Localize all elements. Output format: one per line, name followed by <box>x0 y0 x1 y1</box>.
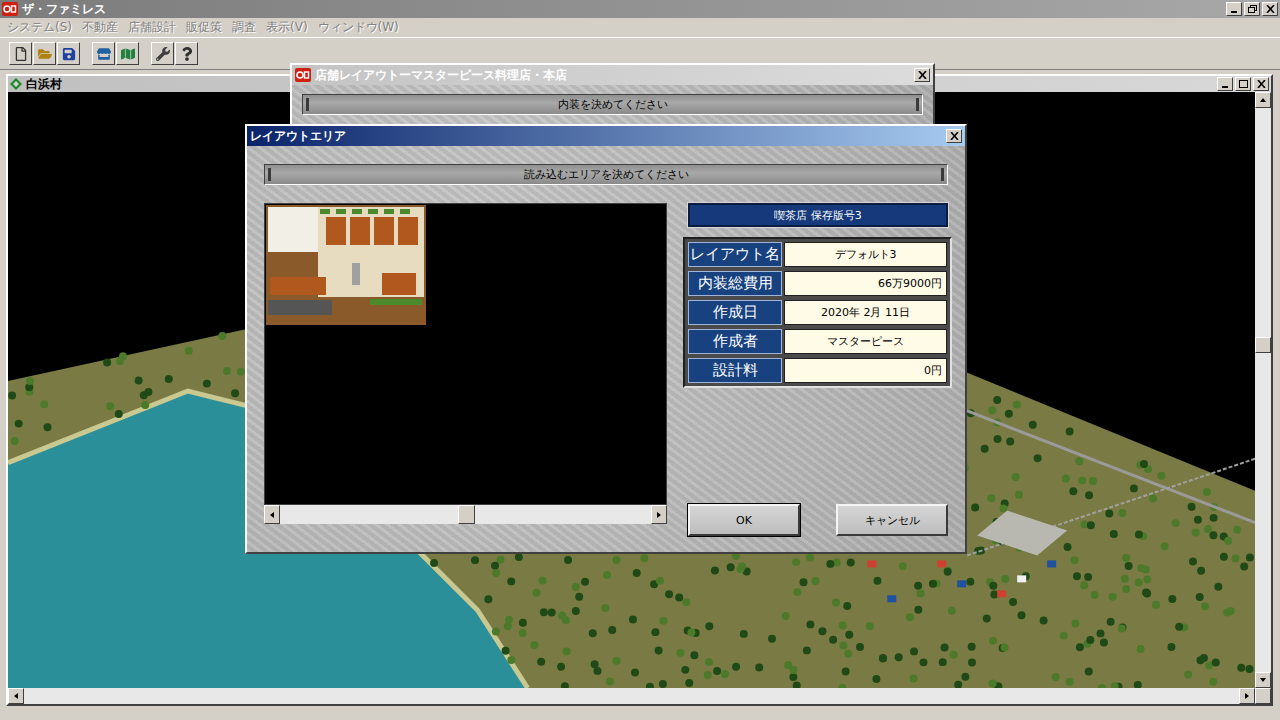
area-dialog-title-bar: レイアウトエリア <box>247 126 965 146</box>
menu-item[interactable]: 不動産 <box>77 19 123 36</box>
new-file-icon <box>14 47 28 61</box>
tool-group <box>92 42 139 65</box>
scroll-thumb[interactable] <box>458 505 475 524</box>
close-button[interactable] <box>1253 77 1269 91</box>
info-value: マスターピース <box>784 329 947 354</box>
arrow-up-icon <box>1259 96 1267 104</box>
info-label: レイアウト名 <box>688 242 782 267</box>
info-label: 設計料 <box>688 358 782 383</box>
tool-button[interactable] <box>33 42 56 65</box>
tool-button[interactable] <box>9 42 32 65</box>
app-title: ザ・ファミレス <box>22 1 1222 18</box>
info-value: デフォルト3 <box>784 242 947 267</box>
arrow-right-icon <box>655 511 663 519</box>
arrow-left-icon <box>12 692 20 700</box>
menu-item[interactable]: 販促策 <box>181 19 227 36</box>
tool-button[interactable] <box>151 42 174 65</box>
menu-item[interactable]: 調査 <box>227 19 261 36</box>
info-row: レイアウト名デフォルト3 <box>688 242 947 267</box>
area-dialog-title: レイアウトエリア <box>250 128 942 145</box>
menu-item[interactable]: 店舗設計 <box>123 19 181 36</box>
info-row: 作成者マスターピース <box>688 329 947 354</box>
arrow-right-icon <box>1243 692 1251 700</box>
wrench-icon <box>156 47 170 61</box>
close-icon <box>918 71 927 79</box>
layout-header: 喫茶店 保存版号3 <box>688 203 948 227</box>
map-icon <box>121 47 135 61</box>
app-icon <box>295 68 311 82</box>
arrow-down-icon <box>1259 676 1267 684</box>
min-icon <box>1221 80 1230 88</box>
max-button[interactable] <box>1235 77 1251 91</box>
horizontal-scrollbar[interactable] <box>8 688 1271 704</box>
scroll-thumb[interactable] <box>1255 337 1271 353</box>
help-icon <box>180 47 194 61</box>
info-row: 設計料0円 <box>688 358 947 383</box>
instruction-banner: 読み込むエリアを決めてください <box>264 164 948 185</box>
layout-thumbnail[interactable] <box>266 205 426 325</box>
min-icon <box>1230 5 1239 13</box>
info-label: 作成者 <box>688 329 782 354</box>
tool-button[interactable] <box>57 42 80 65</box>
tool-button[interactable] <box>116 42 139 65</box>
info-label: 内装総費用 <box>688 271 782 296</box>
area-dialog: レイアウトエリア読み込むエリアを決めてください喫茶店 保存版号3 レイアウト名デフ… <box>245 124 967 554</box>
layout-preview <box>264 203 667 505</box>
instruction-banner: 内装を決めてください <box>302 94 923 115</box>
restore-icon <box>1248 5 1257 13</box>
restore-button[interactable] <box>1244 2 1260 16</box>
close-button[interactable] <box>914 68 930 82</box>
tool-group <box>9 42 80 65</box>
min-button[interactable] <box>1226 2 1242 16</box>
cancel-button[interactable]: キャンセル <box>836 504 948 536</box>
info-value: 2020年 2月 11日 <box>784 300 947 325</box>
menu-item[interactable]: システム(S) <box>2 19 77 36</box>
min-button[interactable] <box>1217 77 1233 91</box>
menu-item[interactable]: ウィンドウ(W) <box>313 19 404 36</box>
close-button[interactable] <box>1262 2 1278 16</box>
map-icon <box>10 78 22 90</box>
shop-icon <box>97 47 111 61</box>
app-icon <box>2 2 18 16</box>
info-value: 66万9000円 <box>784 271 947 296</box>
arrow-left-icon <box>268 511 276 519</box>
open-folder-icon <box>38 47 52 61</box>
max-icon <box>1239 80 1248 88</box>
layout-info-table: レイアウト名デフォルト3内装総費用66万9000円作成日2020年 2月 11日… <box>683 237 952 388</box>
info-row: 作成日2020年 2月 11日 <box>688 300 947 325</box>
layout-dialog-title-bar: 店舗レイアウトーマスターピース料理店・本店 <box>292 65 933 85</box>
app-title-bar: ザ・ファミレス <box>0 0 1280 18</box>
preview-scrollbar[interactable] <box>264 505 667 524</box>
tool-group <box>151 42 198 65</box>
info-value: 0円 <box>784 358 947 383</box>
menu-item[interactable]: 表示(V) <box>261 19 313 36</box>
game-screen: ザ・ファミレスシステム(S)不動産店舗設計販促策調査表示(V)ウィンドウ(W)白… <box>0 0 1280 720</box>
ok-button[interactable]: OK <box>688 504 800 536</box>
tool-button[interactable] <box>92 42 115 65</box>
close-icon <box>950 132 959 140</box>
info-row: 内装総費用66万9000円 <box>688 271 947 296</box>
menu-bar: システム(S)不動産店舗設計販促策調査表示(V)ウィンドウ(W) <box>0 18 1280 37</box>
vertical-scrollbar[interactable] <box>1255 92 1271 688</box>
close-button[interactable] <box>946 129 962 143</box>
save-disk-icon <box>62 47 76 61</box>
close-icon <box>1266 5 1275 13</box>
close-icon <box>1257 80 1266 88</box>
tool-button[interactable] <box>175 42 198 65</box>
layout-dialog-title: 店舗レイアウトーマスターピース料理店・本店 <box>315 67 910 84</box>
info-label: 作成日 <box>688 300 782 325</box>
